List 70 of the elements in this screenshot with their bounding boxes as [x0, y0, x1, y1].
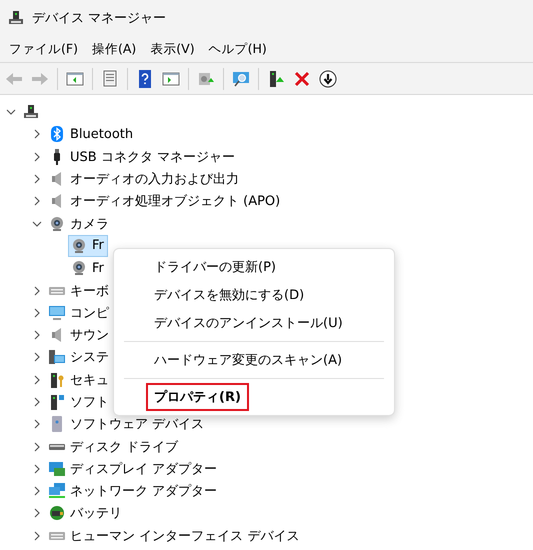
collapse-chevron-icon[interactable] — [32, 218, 42, 229]
device-category[interactable]: ネットワーク アダプター — [70, 482, 218, 500]
battery-icon — [49, 505, 65, 522]
computer-icon — [23, 104, 39, 120]
expand-chevron-icon[interactable] — [32, 419, 42, 430]
properties-icon — [101, 70, 119, 88]
device-category[interactable]: ヒューマン インターフェイス デバイス — [70, 526, 300, 545]
menu-item[interactable]: 表示(V) — [143, 40, 202, 58]
device-category[interactable]: セキュ — [70, 370, 109, 389]
webcam-icon — [49, 216, 65, 232]
device-category[interactable]: コンピ — [70, 304, 109, 322]
action-pane-icon — [162, 70, 180, 88]
expand-chevron-icon[interactable] — [32, 397, 42, 407]
context-menu-item[interactable]: プロパティ(R) — [146, 383, 249, 411]
expand-chevron-icon[interactable] — [32, 352, 42, 362]
expand-chevron-icon[interactable] — [32, 442, 42, 452]
expand-chevron-icon[interactable] — [32, 286, 42, 296]
enable-device-icon — [267, 70, 285, 88]
device-item[interactable]: Fr — [68, 257, 108, 280]
device-category[interactable]: ソフトウェア デバイス — [70, 415, 204, 434]
monitor-icon — [49, 304, 65, 321]
software-device-icon — [49, 416, 65, 432]
device-category[interactable]: Bluetooth — [70, 126, 134, 142]
expand-chevron-icon[interactable] — [32, 129, 42, 140]
context-menu-item[interactable]: デバイスを無効にする(D) — [146, 281, 312, 309]
computer-icon — [8, 10, 24, 26]
expand-chevron-icon[interactable] — [32, 308, 42, 318]
bluetooth-icon — [49, 126, 65, 142]
device-category[interactable]: システ — [70, 348, 109, 366]
device-category[interactable]: ディスク ドライブ — [70, 438, 178, 456]
display-adapter-icon — [49, 460, 65, 477]
context-menu-item[interactable]: ハードウェア変更のスキャン(A) — [146, 346, 350, 374]
collapse-chevron-icon[interactable] — [6, 107, 16, 118]
expand-chevron-icon[interactable] — [32, 196, 42, 206]
disk-drive-icon — [49, 444, 65, 450]
device-category[interactable]: キーボ — [70, 282, 109, 300]
expand-chevron-icon[interactable] — [32, 174, 42, 184]
device-category[interactable]: ソフト — [70, 393, 109, 411]
scan-monitor-icon — [232, 70, 250, 88]
device-category[interactable]: オーディオ処理オブジェクト (APO) — [70, 192, 280, 210]
down-arrow-circle-icon — [319, 70, 337, 88]
network-adapter-icon — [49, 483, 65, 500]
expand-chevron-icon[interactable] — [32, 152, 42, 162]
console-tree-icon — [66, 70, 84, 88]
menu-item[interactable]: ファイル(F) — [2, 40, 85, 58]
help-icon — [136, 70, 154, 88]
window-title: デバイス マネージャー — [32, 10, 166, 27]
expand-chevron-icon[interactable] — [32, 374, 42, 385]
menu-item[interactable]: ヘルプ(H) — [202, 40, 274, 58]
device-item[interactable]: Fr — [68, 234, 108, 257]
software-component-icon — [49, 394, 65, 410]
menu-item[interactable]: 操作(A) — [84, 40, 144, 58]
context-menu-item[interactable]: デバイスのアンインストール(U) — [146, 309, 351, 337]
expand-chevron-icon[interactable] — [32, 508, 42, 518]
device-category[interactable]: USB コネクタ マネージャー — [70, 148, 235, 166]
webcam-icon — [71, 238, 87, 254]
device-category[interactable]: オーディオの入力および出力 — [70, 170, 239, 188]
expand-chevron-icon[interactable] — [32, 530, 42, 541]
security-device-icon — [49, 372, 65, 388]
expand-chevron-icon[interactable] — [32, 464, 42, 474]
context-menu-item[interactable]: ドライバーの更新(P) — [146, 253, 284, 281]
delete-icon — [293, 70, 311, 88]
device-category[interactable]: ディスプレイ アダプター — [70, 460, 218, 478]
device-category[interactable]: サウン — [70, 326, 109, 344]
device-category[interactable]: カメラ — [70, 214, 109, 233]
expand-chevron-icon[interactable] — [32, 330, 42, 340]
device-category[interactable]: バッテリ — [70, 504, 122, 522]
webcam-icon — [71, 260, 87, 276]
expand-chevron-icon[interactable] — [32, 486, 42, 496]
system-devices-icon — [49, 349, 65, 366]
